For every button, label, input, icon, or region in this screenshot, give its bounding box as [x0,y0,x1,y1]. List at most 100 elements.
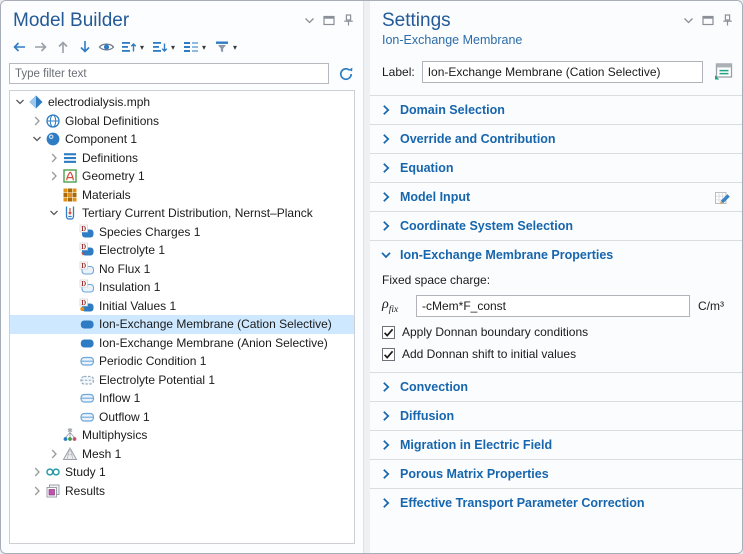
tree-item[interactable]: Component 1 [10,130,354,149]
tree-spacer [63,280,78,295]
nav-back-icon[interactable] [9,38,28,57]
tree-item[interactable]: DInsulation 1 [10,278,354,297]
tree-item[interactable]: DNo Flux 1 [10,260,354,279]
tree-item[interactable]: Geometry 1 [10,167,354,186]
fixed-space-charge-caption: Fixed space charge: [382,273,730,287]
model-builder-panel: Model Builder ▾▾▾▾ electrodialysis.mphGl… [1,1,364,553]
section-label: Diffusion [400,409,454,423]
tree-item[interactable]: D Electrolyte 1 [10,241,354,260]
chevron-collapsed-icon [380,191,392,203]
section-header-diffusion[interactable]: Diffusion [370,401,742,430]
multiphysics-icon [62,427,78,443]
node-text-icon[interactable] [181,38,200,57]
pin-panel-icon[interactable] [722,14,733,26]
checkbox-label: Apply Donnan boundary conditions [402,325,588,339]
tree-item[interactable]: Outflow 1 [10,408,354,427]
electrolyte-potential-icon [79,372,95,388]
section-label: Ion-Exchange Membrane Properties [400,248,613,262]
collapse-all-icon[interactable] [119,38,138,57]
tree-item[interactable]: Electrolyte Potential 1 [10,371,354,390]
dropdown-caret[interactable]: ▾ [140,44,144,52]
component-icon [45,131,61,147]
membrane-icon [79,335,95,351]
move-up-icon[interactable] [53,38,72,57]
checkbox-label: Add Donnan shift to initial values [402,347,576,361]
tree-item[interactable]: Tertiary Current Distribution, Nernst–Pl… [10,204,354,223]
show-icon[interactable] [97,38,116,57]
donnan-boundary-checkbox[interactable] [382,326,395,339]
refresh-icon[interactable] [337,65,355,83]
tree-item-label: Geometry 1 [82,169,151,183]
section-header-effective-transport-parameter-correction[interactable]: Effective Transport Parameter Correction [370,488,742,517]
tree-item[interactable]: Mesh 1 [10,445,354,464]
label-input[interactable] [422,61,703,83]
section-header-coordinate-system-selection[interactable]: Coordinate System Selection [370,211,742,240]
section-header-domain-selection[interactable]: Domain Selection [370,95,742,124]
tree-item[interactable]: Multiphysics [10,426,354,445]
section-header-migration-in-electric-field[interactable]: Migration in Electric Field [370,430,742,459]
dropdown-caret[interactable]: ▾ [233,44,237,52]
filter-input[interactable] [9,63,329,84]
svg-text:D: D [81,244,86,251]
chevron-collapsed-icon[interactable] [46,446,61,461]
tree-item-label: Definitions [82,151,144,165]
section-header-porous-matrix-properties[interactable]: Porous Matrix Properties [370,459,742,488]
dropdown-caret[interactable]: ▾ [171,44,175,52]
section-header-override-and-contribution[interactable]: Override and Contribution [370,124,742,153]
move-down-icon[interactable] [75,38,94,57]
chevron-collapsed-icon [380,439,392,451]
filter-icon[interactable] [212,38,231,57]
chevron-collapsed-icon [380,381,392,393]
tree-item[interactable]: Study 1 [10,463,354,482]
fixed-space-charge-unit: C/m³ [698,299,730,313]
tree-item-label: No Flux 1 [99,262,156,276]
pin-panel-icon[interactable] [343,14,354,26]
model-input-edit-icon[interactable] [714,188,732,206]
section-header-convection[interactable]: Convection [370,372,742,401]
svg-text:D: D [81,226,86,233]
tree-item[interactable]: DInitial Values 1 [10,297,354,316]
chevron-expanded-icon[interactable] [46,206,61,221]
tree-item[interactable]: Periodic Condition 1 [10,352,354,371]
section-header-equation[interactable]: Equation [370,153,742,182]
tree-item[interactable]: Definitions [10,149,354,168]
tree-item[interactable]: Ion-Exchange Membrane (Cation Selective) [10,315,354,334]
tree-item-label: Insulation 1 [99,280,166,294]
outflow-icon [79,409,95,425]
tree-item[interactable]: Materials [10,186,354,205]
new-form-button[interactable] [710,60,736,84]
chevron-collapsed-icon[interactable] [46,169,61,184]
tree-item[interactable]: electrodialysis.mph [10,93,354,112]
tree-item-label: Component 1 [65,132,143,146]
tree-item[interactable]: Inflow 1 [10,389,354,408]
float-panel-icon[interactable] [323,15,335,26]
global-definitions-icon [45,113,61,129]
tree-item-label: Results [65,484,111,498]
tree-item[interactable]: DSpecies Charges 1 [10,223,354,242]
chevron-expanded-icon[interactable] [12,95,27,110]
tree-item-label: Outflow 1 [99,410,156,424]
checkbox-row: Add Donnan shift to initial values [382,347,730,361]
section-label: Domain Selection [400,103,505,117]
float-panel-icon[interactable] [702,15,714,26]
tree-item[interactable]: Ion-Exchange Membrane (Anion Selective) [10,334,354,353]
chevron-down-icon[interactable] [304,16,315,25]
fixed-space-charge-input[interactable] [416,295,690,317]
tree-item-label: Electrolyte 1 [99,243,171,257]
chevron-collapsed-icon[interactable] [29,113,44,128]
tree-item-label: Electrolyte Potential 1 [99,373,221,387]
chevron-expanded-icon[interactable] [29,132,44,147]
section-header-ion-exchange-membrane-properties[interactable]: Ion-Exchange Membrane Properties [370,240,742,269]
chevron-collapsed-icon[interactable] [29,465,44,480]
dropdown-caret[interactable]: ▾ [202,44,206,52]
tree-item[interactable]: Global Definitions [10,112,354,131]
chevron-collapsed-icon[interactable] [29,483,44,498]
section-header-model-input[interactable]: Model Input [370,182,742,211]
donnan-shift-checkbox[interactable] [382,348,395,361]
nav-forward-icon[interactable] [31,38,50,57]
expand-all-icon[interactable] [150,38,169,57]
chevron-collapsed-icon[interactable] [46,150,61,165]
tree-item[interactable]: Results [10,482,354,501]
chevron-down-icon[interactable] [683,16,694,25]
section-label: Override and Contribution [400,132,556,146]
